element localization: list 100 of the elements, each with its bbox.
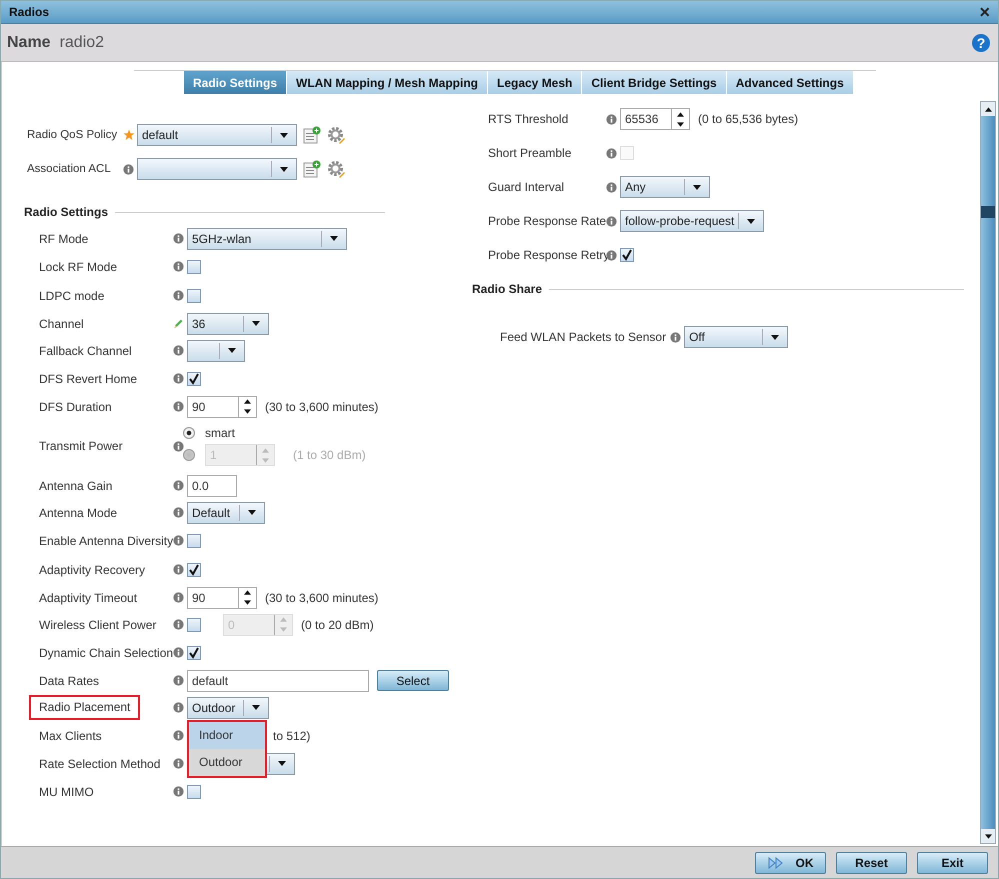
add-list-icon[interactable] (303, 160, 321, 178)
field-label: Radio QoS Policy (27, 129, 118, 141)
required-star-icon (123, 129, 135, 141)
info-icon (173, 290, 184, 301)
footer-button[interactable]: Reset (836, 852, 907, 874)
dropdown[interactable]: Default (187, 502, 265, 524)
range-hint: (0 to 65,536 bytes) (698, 112, 798, 126)
info-icon (606, 148, 617, 158)
info-icon (173, 401, 184, 412)
field-label: Wireless Client Power (39, 618, 156, 632)
info-icon (123, 164, 134, 174)
forward-icon (768, 856, 784, 868)
field-label: Channel (39, 316, 84, 330)
scroll-up-icon[interactable] (984, 106, 992, 112)
gear-icon[interactable] (327, 160, 345, 178)
radio-button[interactable] (183, 427, 195, 439)
field-label: Short Preamble (488, 146, 572, 160)
tab[interactable]: Client Bridge Settings (582, 71, 727, 94)
info-icon (173, 758, 184, 769)
number-spinner[interactable]: 90 (187, 586, 257, 608)
dropdown[interactable]: Off (684, 326, 788, 348)
field-label: Max Clients (39, 728, 102, 742)
dropdown[interactable] (187, 340, 245, 362)
scrollbar[interactable] (980, 101, 996, 844)
tab[interactable]: Legacy Mesh (488, 71, 582, 94)
caret-icon (280, 132, 288, 138)
scroll-down-icon[interactable] (984, 834, 992, 838)
dropdown[interactable]: 5GHz-wlan (187, 228, 347, 250)
field-label: DFS Duration (39, 400, 112, 414)
radio-button[interactable] (183, 449, 195, 461)
dropdown[interactable]: follow-probe-request (620, 210, 764, 232)
option-label: smart (205, 426, 235, 440)
caret-icon (330, 236, 338, 241)
dropdown[interactable] (137, 158, 297, 180)
gear-icon[interactable] (327, 126, 345, 144)
footer-button[interactable]: OK (755, 852, 826, 874)
scroll-thumb[interactable] (981, 206, 995, 218)
info-icon (670, 332, 682, 342)
info-icon (173, 730, 184, 741)
tab[interactable]: WLAN Mapping / Mesh Mapping (287, 71, 488, 94)
window-title: Radios (9, 5, 50, 19)
checkbox[interactable] (187, 784, 201, 798)
checkbox[interactable] (187, 618, 201, 632)
field-label: Dynamic Chain Selection (39, 646, 174, 660)
caret-icon (252, 705, 260, 710)
menu-option[interactable]: Outdoor (189, 748, 265, 776)
field-label: Lock RF Mode (39, 260, 118, 274)
dropdown[interactable]: Any (620, 176, 710, 198)
field-label: Transmit Power (39, 439, 123, 453)
section-title: Radio Settings (24, 205, 108, 219)
info-icon (173, 619, 184, 630)
checkbox[interactable] (187, 646, 201, 660)
number-spinner[interactable]: 90 (187, 396, 257, 418)
info-icon (173, 786, 184, 797)
range-hint: (30 to 3,600 minutes) (265, 590, 378, 604)
number-spinner[interactable]: 65536 (620, 108, 690, 130)
field-label: Fallback Channel (39, 344, 132, 358)
checkbox[interactable] (187, 288, 201, 302)
checkbox[interactable] (187, 260, 201, 274)
info-icon (173, 535, 184, 546)
field-label: Data Rates (39, 674, 100, 688)
close-button[interactable]: × (979, 3, 990, 21)
checkbox[interactable] (187, 534, 201, 548)
caret-icon (278, 761, 286, 766)
field-label: Adaptivity Timeout (39, 590, 138, 604)
info-icon (173, 507, 184, 518)
range-hint: (30 to 3,600 minutes) (265, 400, 378, 414)
range-hint: (1 to 30 dBm) (293, 448, 366, 462)
field-label: Enable Antenna Diversity (39, 534, 174, 548)
field-label: Association ACL (27, 163, 112, 175)
caret-icon (248, 510, 256, 515)
tab[interactable]: Radio Settings (184, 71, 288, 94)
info-icon (173, 564, 184, 575)
caret-icon (252, 321, 260, 326)
dropdown[interactable]: Outdoor (187, 696, 269, 718)
help-button[interactable]: ? (972, 34, 990, 52)
menu-option[interactable]: Indoor (189, 722, 265, 748)
checkbox[interactable] (187, 372, 201, 386)
dropdown[interactable]: default (137, 124, 297, 146)
info-icon (173, 592, 184, 603)
field-label: Feed WLAN Packets to Sensor (500, 330, 666, 344)
tab[interactable]: Advanced Settings (726, 71, 854, 94)
input-field[interactable]: 0.0 (187, 474, 237, 496)
checkbox[interactable] (187, 562, 201, 576)
caret-icon (280, 166, 288, 172)
dropdown[interactable]: 36 (187, 312, 269, 334)
add-list-icon[interactable] (303, 126, 321, 144)
select-button[interactable]: Select (377, 670, 449, 691)
info-icon (606, 216, 617, 226)
info-icon (606, 182, 617, 192)
field-label: RF Mode (39, 232, 88, 246)
field-label: Antenna Gain (39, 478, 112, 492)
footer-button[interactable]: Exit (917, 852, 988, 874)
info-icon (173, 440, 184, 452)
field-label: Guard Interval (488, 180, 566, 194)
info-icon (606, 250, 617, 260)
input-field[interactable]: default (187, 670, 369, 692)
info-icon (173, 647, 184, 658)
checkbox[interactable] (620, 248, 634, 262)
caret-icon (771, 334, 780, 340)
